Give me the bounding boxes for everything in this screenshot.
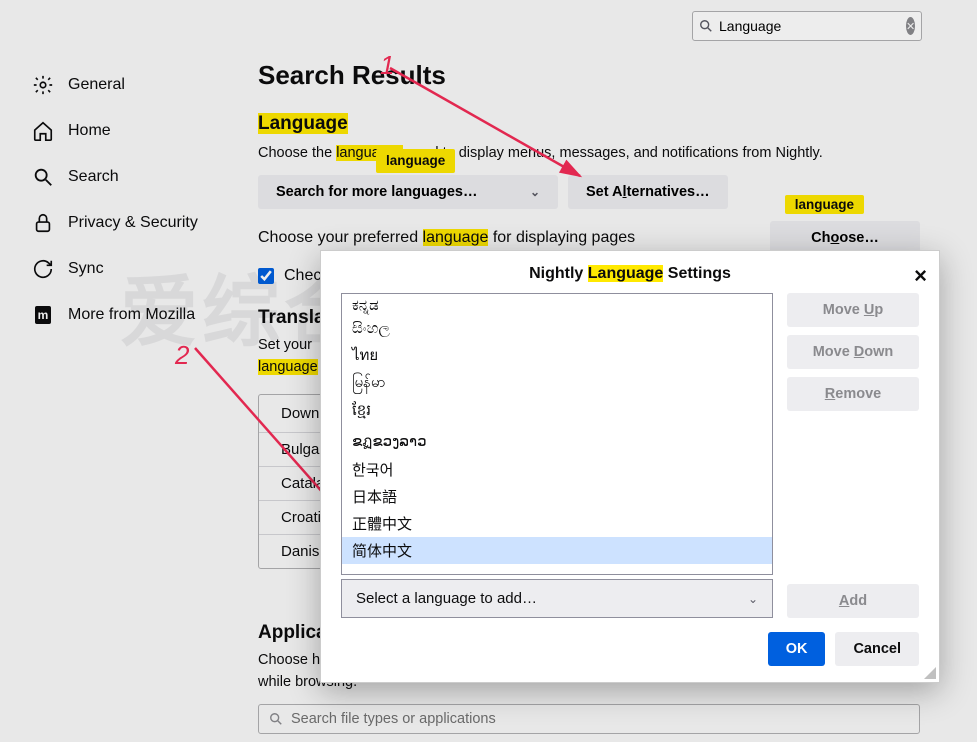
annotation-number-1: 1 xyxy=(380,50,394,81)
resize-handle[interactable] xyxy=(922,665,936,679)
language-option[interactable]: ຂฏຂວງລາວ xyxy=(342,426,772,456)
cancel-button[interactable]: Cancel xyxy=(835,632,919,666)
language-option[interactable]: ខ្មែរ xyxy=(342,398,772,426)
select-language-dropdown[interactable]: Select a language to add… ⌄ xyxy=(341,579,773,618)
ok-button[interactable]: OK xyxy=(768,632,826,666)
language-option[interactable]: ไทย xyxy=(342,340,772,370)
language-settings-dialog: Nightly Language Settings × ಕನ್ನಡසිංහලไท… xyxy=(320,250,940,683)
language-option[interactable]: 正體中文 xyxy=(342,510,772,537)
move-up-button[interactable]: Move Up xyxy=(787,293,919,327)
language-option[interactable]: සිංහල xyxy=(342,317,772,340)
annotation-number-2: 2 xyxy=(175,340,189,371)
language-option[interactable]: 日本語 xyxy=(342,483,772,510)
add-button[interactable]: Add xyxy=(787,584,919,618)
language-option[interactable]: မြန်မာ xyxy=(342,370,772,398)
language-option[interactable]: 简体中文 xyxy=(342,537,772,564)
chevron-down-icon: ⌄ xyxy=(748,592,758,606)
language-listbox[interactable]: ಕನ್ನಡසිංහලไทยမြန်မာខ្មែរຂฏຂວງລາວ한국어日本語正體… xyxy=(341,293,773,575)
close-icon[interactable]: × xyxy=(914,263,927,289)
move-down-button[interactable]: Move Down xyxy=(787,335,919,369)
dialog-title: Nightly Language Settings × xyxy=(321,251,939,293)
remove-button[interactable]: Remove xyxy=(787,377,919,411)
language-option[interactable]: ಕನ್ನಡ xyxy=(342,294,772,317)
language-option[interactable]: 한국어 xyxy=(342,456,772,483)
